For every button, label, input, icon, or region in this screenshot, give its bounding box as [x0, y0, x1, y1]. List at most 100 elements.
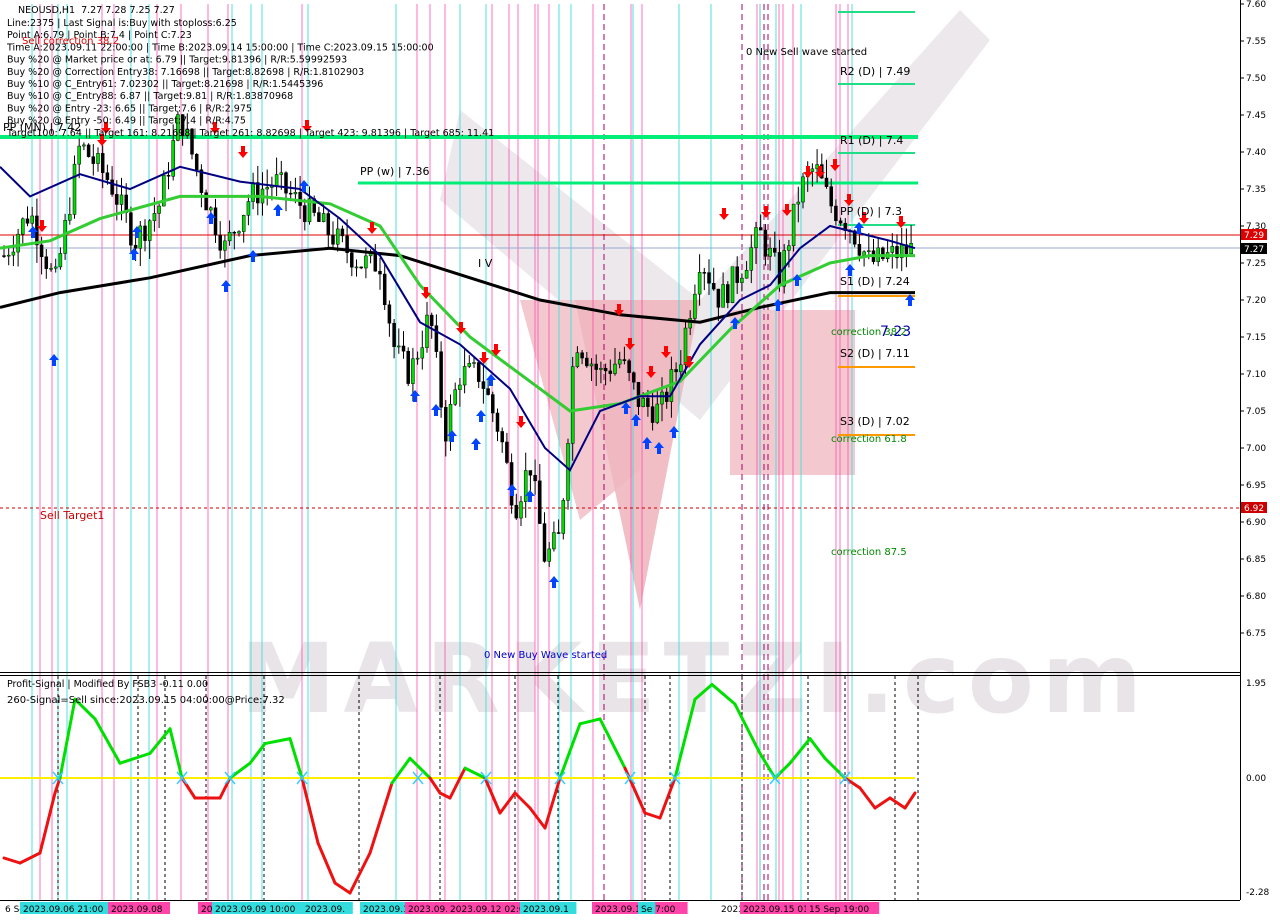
candle-body [110, 179, 114, 195]
candle-body [152, 213, 157, 222]
candle-body [209, 207, 213, 211]
candle-body [444, 407, 448, 442]
pp-mn-label: PP (MN) | 7.42 [3, 121, 81, 134]
price-tick-label: 7.55 [1246, 37, 1266, 47]
time-tick-label: 2023.09.06 21:00 [23, 905, 104, 915]
candle-body [467, 362, 472, 367]
candle-body [157, 205, 161, 214]
candle [730, 266, 735, 304]
candle-body [834, 205, 838, 221]
candle-body [730, 266, 735, 303]
s1-label: S1 (D) | 7.24 [840, 275, 910, 288]
candle-body [552, 532, 556, 550]
candle [406, 347, 410, 387]
price-tick-label: 7.25 [1246, 259, 1266, 269]
svg-text:7.29: 7.29 [1244, 231, 1264, 241]
candle-body [86, 144, 91, 157]
candle-body [241, 215, 246, 232]
candle [566, 438, 570, 510]
time-axis[interactable]: 6 Se2023.09.06 21:002023.09.082023.09.08… [5, 902, 880, 915]
price-tick-label: 6.75 [1246, 629, 1266, 639]
candle-body [754, 227, 758, 248]
candle-body [415, 357, 420, 360]
candle-body [824, 177, 829, 187]
candle-body [100, 153, 105, 173]
candle-body [674, 369, 678, 373]
price-tick-label: 7.45 [1246, 111, 1266, 121]
candle-body [227, 231, 232, 242]
candle-body [608, 370, 613, 374]
candle-body [303, 205, 307, 223]
s3-label: S3 (D) | 7.02 [840, 415, 910, 428]
wave-label: I V [478, 257, 493, 270]
candle-body [636, 381, 641, 407]
candle-body [862, 251, 866, 256]
candle-body [768, 247, 772, 257]
candle-body [16, 233, 20, 253]
candle-body [711, 283, 716, 290]
candle-body [693, 293, 697, 319]
price-tick-label: 6.95 [1246, 481, 1266, 491]
candle-body [646, 397, 650, 407]
candle-body [909, 243, 913, 255]
candle-body [49, 268, 53, 270]
candle-body [763, 229, 768, 257]
candle-body [566, 443, 570, 501]
candle-body [359, 266, 363, 269]
candle-body [890, 246, 895, 253]
candle-body [472, 362, 476, 364]
candle-body [147, 220, 152, 241]
candle-body [232, 231, 237, 234]
candle-body [773, 247, 777, 253]
s2-label: S2 (D) | 7.11 [840, 347, 910, 360]
info-line: Buy %20 @ Correction Entry38: 7.16698 ||… [7, 67, 364, 78]
candle-body [58, 253, 63, 268]
candle-body [382, 273, 387, 306]
candle-body [91, 156, 96, 164]
time-tick-label: 2023.09.1 [363, 905, 409, 915]
candle-body [791, 203, 796, 246]
candle-body [11, 251, 16, 256]
candle-body [133, 244, 138, 249]
candle-body [251, 182, 255, 202]
candle-body [721, 284, 725, 308]
price-tick-label: 7.60 [1246, 0, 1266, 10]
price-tick-label: 7.15 [1246, 333, 1266, 343]
candle-body [603, 367, 608, 372]
candle-body [561, 500, 566, 534]
candle [509, 453, 514, 514]
candle-body [867, 250, 871, 253]
candle-body [439, 351, 443, 408]
candle-body [265, 187, 269, 190]
candle-body [298, 192, 302, 206]
candle [204, 189, 208, 211]
indicator-tick-label: 0.00 [1246, 774, 1266, 784]
candle-body [758, 227, 763, 231]
candle-body [378, 270, 382, 275]
candle [63, 213, 67, 260]
candle-body [617, 359, 622, 365]
candle-body [627, 360, 631, 373]
symbol-header: NEOUSD,H1 7.27 7.28 7.25 7.27 [18, 5, 175, 16]
price-axis[interactable]: 7.607.557.507.457.407.357.307.257.207.15… [1240, 0, 1270, 898]
candle [881, 246, 885, 262]
price-tick-label: 7.40 [1246, 148, 1266, 158]
candle-body [726, 284, 730, 303]
candle-body [796, 201, 801, 205]
price-tag-sell-target: 6.92 [1241, 502, 1267, 514]
candle-body [25, 218, 30, 224]
chart-canvas[interactable]: MARKETZI.com 7.607.557.507.457.407.357.3… [0, 0, 1280, 920]
time-tick-label: 2023.09. [305, 905, 345, 915]
price-tick-label: 7.00 [1246, 444, 1266, 454]
candle-body [326, 213, 331, 236]
candle-body [2, 255, 6, 257]
candle-body [650, 406, 655, 423]
indicator-subtitle: 260-Signal=Sell since:2023.09.15 04:00:0… [7, 695, 285, 706]
time-tick-label: 2023.09.09 10:00 [215, 905, 296, 915]
candle-body [594, 363, 598, 370]
candle [561, 498, 566, 540]
sell-correction-label: Sell correction 38.2 [22, 36, 119, 47]
time-tick-label: 15 Sep 19:00 [809, 905, 869, 915]
candle-body [406, 350, 410, 384]
candle-body [96, 153, 100, 164]
